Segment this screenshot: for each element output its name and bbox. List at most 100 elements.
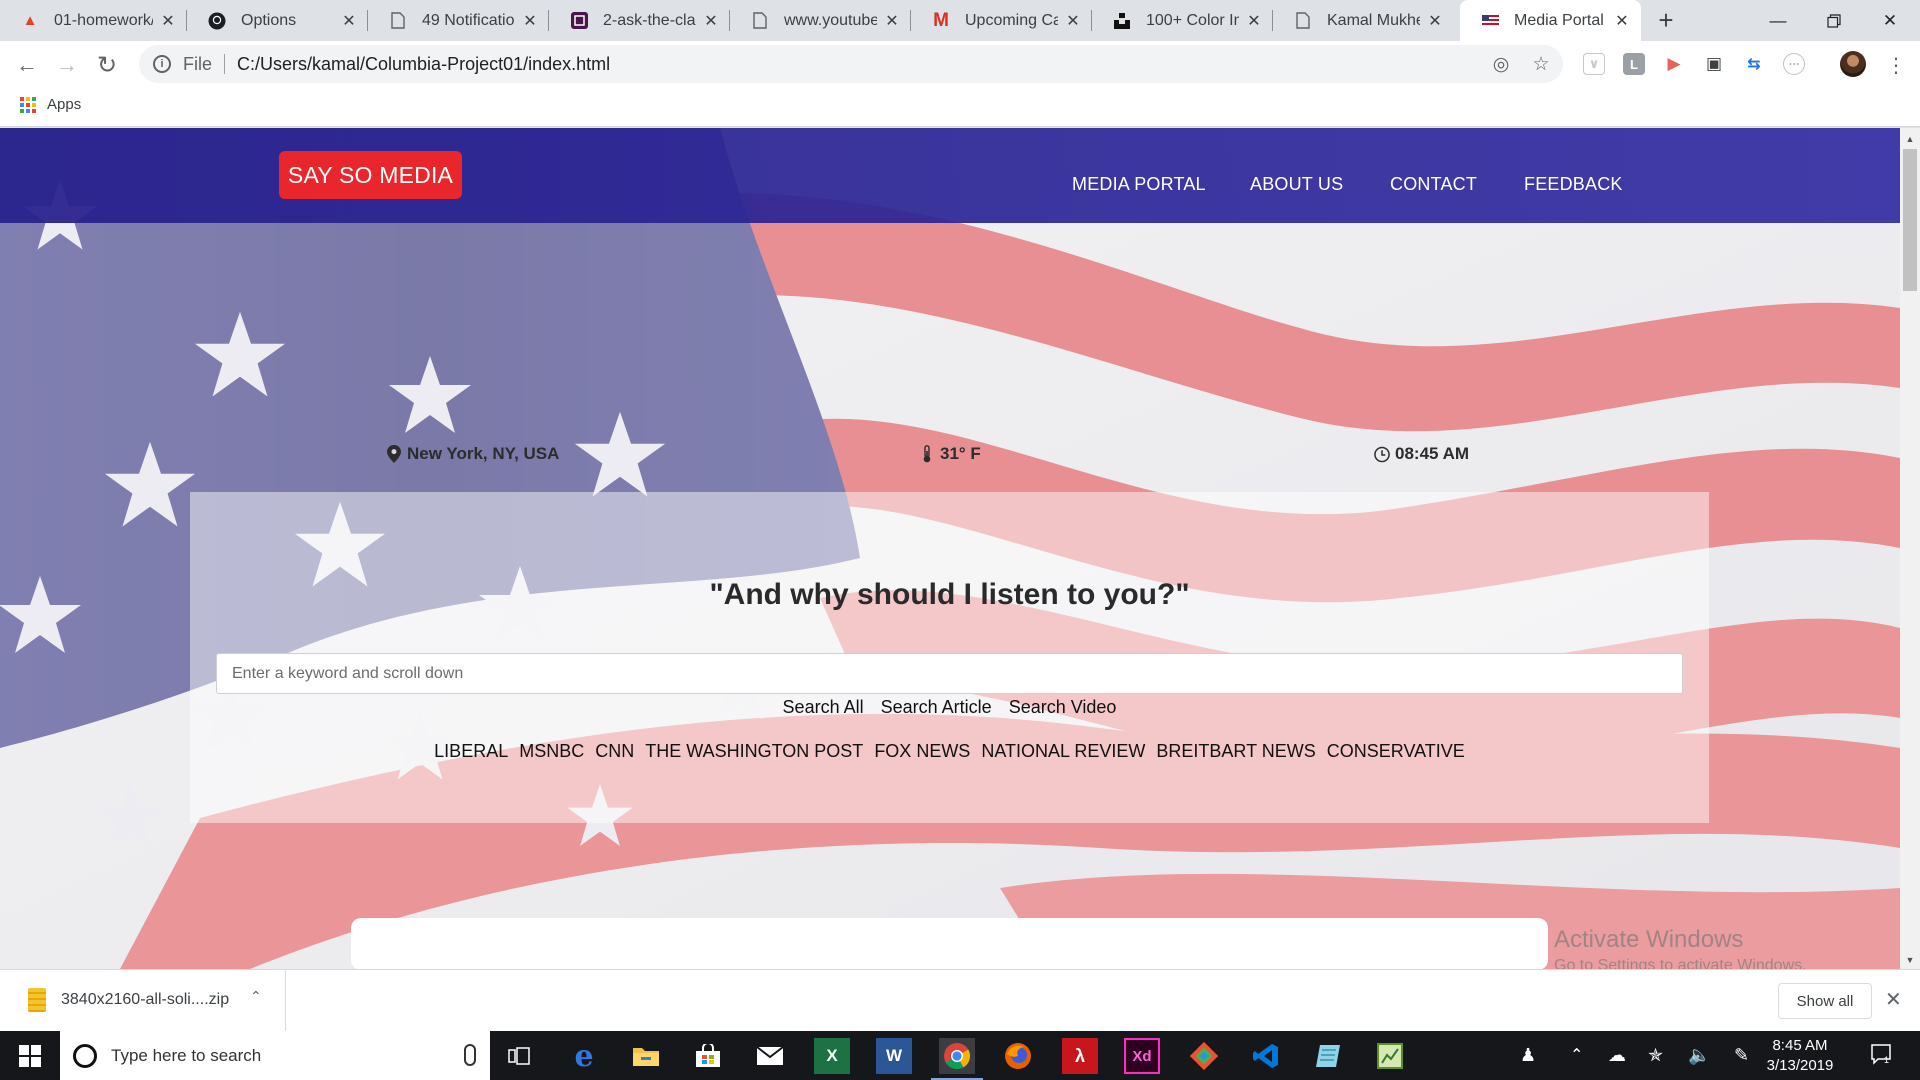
source-liberal[interactable]: LIBERAL [434,741,508,761]
source-cnn[interactable]: CNN [595,741,634,761]
network-icon[interactable]: ✯ [1648,1045,1663,1066]
close-tab-icon[interactable]: ✕ [702,12,720,30]
thermometer-icon [919,445,935,463]
search-article-button[interactable]: Search Article [881,697,992,717]
source-fox-news[interactable]: FOX NEWS [874,741,970,761]
people-icon[interactable]: ♟ [1520,1045,1536,1066]
download-filename: 3840x2160-all-soli....zip [61,991,230,1008]
page-icon [750,11,770,31]
source-breitbart-news[interactable]: BREITBART NEWS [1156,741,1315,761]
l-extension-icon[interactable]: L [1623,53,1645,75]
taskbar-clock[interactable]: 8:45 AM 3/13/2019 [1760,1036,1840,1076]
acrobat-icon[interactable]: λ [1062,1038,1098,1074]
chrome-menu-icon[interactable]: ⋮ [1884,49,1908,81]
circle-extension-icon[interactable]: ⋯ [1783,53,1805,75]
address-bar[interactable]: i File C:/Users/kamal/Columbia-Project01… [139,45,1563,83]
close-tab-icon[interactable]: ✕ [340,12,358,30]
git-icon[interactable] [1186,1038,1222,1074]
show-all-downloads-button[interactable]: Show all [1778,983,1872,1019]
source-washington-post[interactable]: THE WASHINGTON POST [645,741,863,761]
location-text: New York, NY, USA [407,444,560,463]
scroll-down-arrow-icon[interactable]: ▼ [1900,951,1920,969]
nav-about-us[interactable]: ABOUT US [1250,174,1343,195]
start-button[interactable] [0,1031,60,1080]
close-tab-icon[interactable]: ✕ [1245,12,1263,30]
capture-extension-icon[interactable]: ▣ [1703,53,1725,75]
cortana-icon [73,1043,97,1068]
info-icon[interactable]: i [153,55,171,73]
screencast-extension-icon[interactable]: ▶ [1663,53,1685,75]
browser-tab[interactable]: 100+ Color Ima ✕ [1092,0,1273,41]
task-view-icon[interactable] [501,1038,537,1074]
adobe-xd-icon[interactable]: Xd [1124,1038,1160,1074]
tagline-quote: "And why should I listen to you?" [709,578,1190,611]
mail-icon[interactable] [752,1038,788,1074]
apps-shortcut[interactable]: Apps [20,96,81,113]
search-all-button[interactable]: Search All [783,697,864,717]
scroll-up-arrow-icon[interactable]: ▲ [1900,130,1920,148]
firefox-icon[interactable] [1000,1038,1036,1074]
edge-icon[interactable]: e [566,1038,602,1074]
excel-icon[interactable]: X [814,1038,850,1074]
source-msnbc[interactable]: MSNBC [519,741,584,761]
search-video-button[interactable]: Search Video [1009,697,1117,717]
nav-feedback[interactable]: FEEDBACK [1524,174,1623,195]
download-item[interactable]: 3840x2160-all-soli....zip ⌃ [0,970,286,1032]
forward-button[interactable]: → [51,49,83,81]
swap-extension-icon[interactable]: ⇆ [1743,53,1765,75]
close-tab-icon[interactable]: ✕ [159,12,177,30]
chrome-icon[interactable] [931,1038,983,1080]
results-container [351,918,1548,969]
store-icon[interactable] [690,1038,726,1074]
browser-tab[interactable]: Options ✕ [187,0,368,41]
chevron-up-icon[interactable]: ⌃ [250,988,262,1005]
browser-tab[interactable]: 2-ask-the-class ✕ [549,0,730,41]
close-window-button[interactable]: ✕ [1862,0,1918,41]
new-tab-button[interactable]: + [1650,4,1682,36]
onedrive-icon[interactable]: ☁ [1608,1045,1626,1066]
reload-button[interactable]: ↻ [91,49,123,81]
profile-avatar[interactable] [1840,51,1866,77]
microphone-icon[interactable] [464,1044,476,1066]
keyword-search-input[interactable] [216,653,1683,694]
browser-tab[interactable]: M Upcoming Care ✕ [911,0,1092,41]
close-download-shelf-icon[interactable]: ✕ [1885,987,1902,1012]
tab-title: www.youtube.c [784,11,877,29]
close-tab-icon[interactable]: ✕ [521,12,539,30]
slack-icon [569,11,589,31]
location-target-icon[interactable]: ◎ [1488,51,1514,77]
nav-contact[interactable]: CONTACT [1390,174,1477,195]
file-explorer-icon[interactable] [628,1038,664,1074]
vscode-icon[interactable] [1248,1038,1284,1074]
browser-tab-active[interactable]: Media Portal ✕ [1460,0,1641,41]
notepad-icon[interactable] [1310,1038,1346,1074]
restore-button[interactable] [1806,0,1862,41]
close-tab-icon[interactable]: ✕ [883,12,901,30]
browser-tab[interactable]: Kamal Mukherj ✕ [1273,0,1454,41]
pocket-extension-icon[interactable]: ∨ [1583,53,1605,75]
source-conservative[interactable]: CONSERVATIVE [1327,741,1465,761]
close-tab-icon[interactable]: ✕ [1426,12,1444,30]
word-icon[interactable]: W [876,1038,912,1074]
scrollbar-thumb[interactable] [1903,149,1917,291]
show-hidden-icons-chevron-icon[interactable]: ⌃ [1570,1045,1583,1065]
address-url[interactable]: C:/Users/kamal/Columbia-Project01/index.… [237,54,610,75]
back-button[interactable]: ← [11,49,43,81]
volume-icon[interactable]: 🔈 [1688,1045,1710,1066]
minimize-button[interactable]: — [1750,0,1806,41]
source-national-review[interactable]: NATIONAL REVIEW [981,741,1145,761]
brand-logo-button[interactable]: SAY SO MEDIA [279,151,462,199]
browser-tab[interactable]: ▲ 01-homework/ ✕ [0,0,187,41]
nav-media-portal[interactable]: MEDIA PORTAL [1072,174,1206,195]
action-center-icon[interactable]: 1 [1870,1043,1892,1070]
browser-tab[interactable]: 49 Notification ✕ [368,0,549,41]
taskbar-search-box[interactable]: Type here to search [60,1031,490,1080]
activate-windows-watermark: Activate Windows Go to Settings to activ… [1554,926,1807,969]
browser-tab[interactable]: www.youtube.c ✕ [730,0,911,41]
pen-ink-icon[interactable]: ✎ [1734,1045,1749,1066]
close-tab-icon[interactable]: ✕ [1064,12,1082,30]
close-tab-icon[interactable]: ✕ [1613,12,1631,30]
spreadsheet-app-icon[interactable] [1372,1038,1408,1074]
bookmark-star-icon[interactable]: ☆ [1528,51,1554,77]
download-shelf: 3840x2160-all-soli....zip ⌃ Show all ✕ [0,969,1920,1032]
